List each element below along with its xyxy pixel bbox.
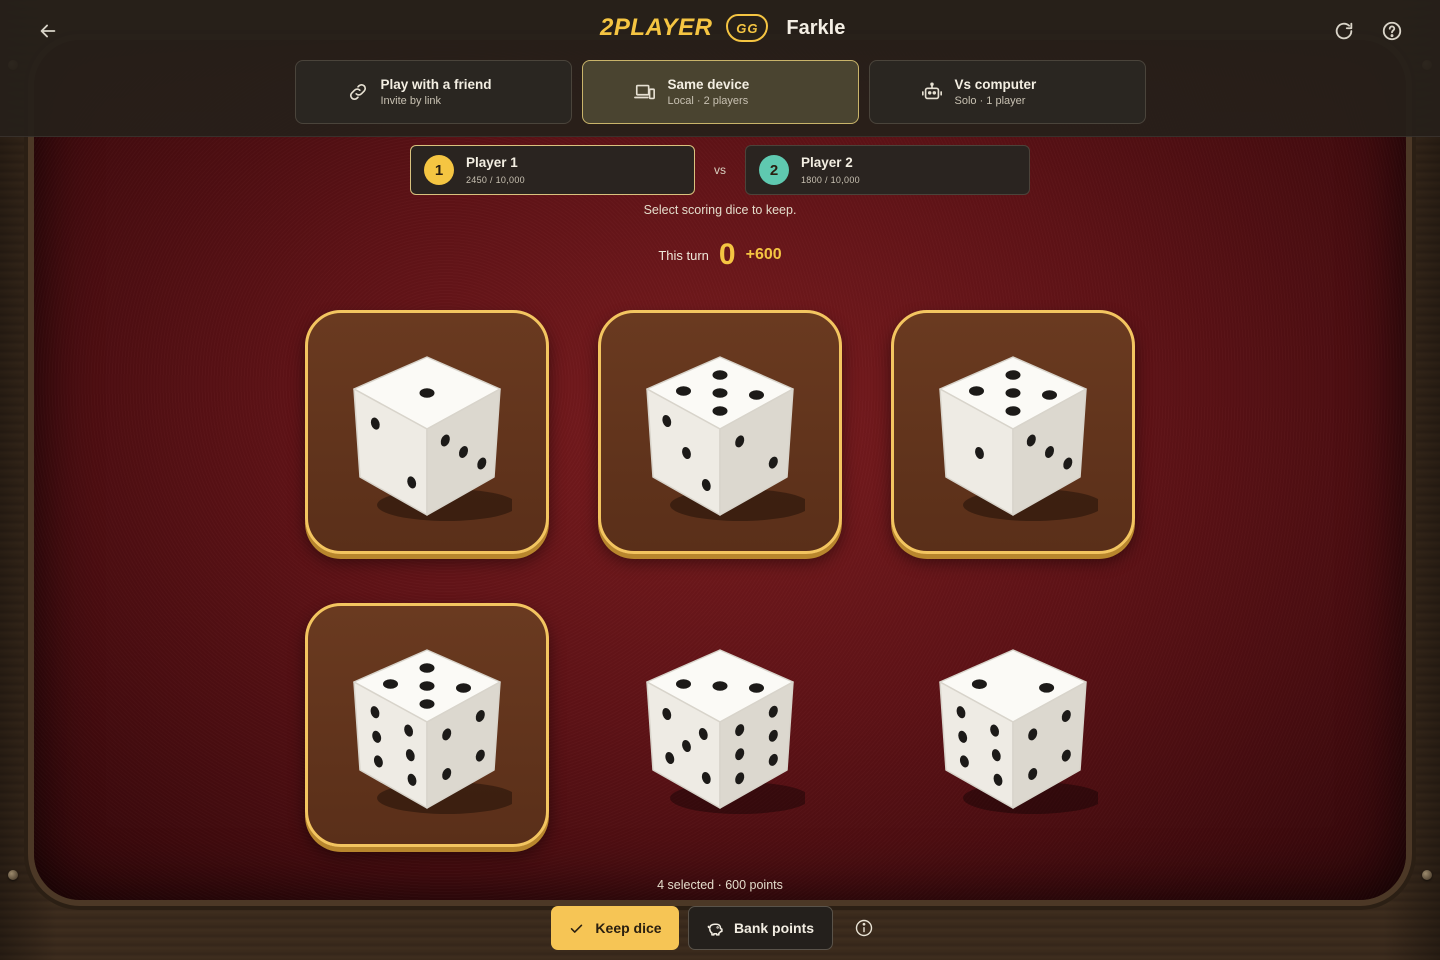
vs-label: vs — [714, 163, 726, 177]
turn-value: 0 — [718, 238, 736, 271]
link-icon — [349, 83, 366, 101]
question-circle-icon — [1382, 21, 1402, 41]
selection-info: 4 selected · 600 points — [657, 878, 783, 892]
die-pip — [1005, 370, 1021, 380]
brand-logo-text: 2PLAYER — [600, 14, 713, 41]
die-6[interactable] — [891, 603, 1135, 847]
die-pip — [1005, 406, 1021, 416]
die-icon — [939, 356, 1098, 521]
pending-points: +600 — [745, 246, 782, 263]
die-icon — [353, 649, 512, 814]
player-number-badge: 2 — [759, 155, 789, 185]
mode-title: Play with a friend — [380, 77, 492, 92]
die-pip — [676, 679, 691, 689]
mode-vs-computer[interactable]: Vs computer Solo · 1 player — [869, 60, 1146, 124]
bank-points-label: Bank points — [733, 920, 815, 936]
robot-icon — [921, 82, 942, 100]
die-4[interactable] — [305, 603, 549, 847]
player-number-badge: 1 — [424, 155, 454, 185]
die-5[interactable] — [598, 603, 842, 847]
player-card-1: 1 Player 1 2450 / 10,000 — [410, 145, 695, 195]
die-pip — [1039, 683, 1055, 693]
help-button[interactable] — [1377, 16, 1407, 46]
arrow-left-icon — [40, 24, 56, 38]
devices-icon — [633, 84, 655, 100]
die-2[interactable] — [598, 310, 842, 554]
die-icon — [646, 356, 805, 521]
die-icon — [939, 649, 1098, 814]
refresh-icon — [1335, 22, 1353, 40]
player-name: Player 2 — [801, 155, 853, 170]
die-pip — [419, 388, 435, 398]
die-pip — [1042, 390, 1057, 400]
mode-play-with-friend[interactable]: Play with a friend Invite by link — [295, 60, 572, 124]
die-pip — [456, 683, 471, 693]
mode-subtitle: Solo · 1 player — [954, 95, 1026, 107]
top-bar: 2PLAYER GG Farkle Play with a friend Inv… — [0, 0, 1440, 137]
mode-subtitle: Invite by link — [380, 95, 442, 107]
piggy-bank-icon — [707, 922, 723, 936]
die-pip — [419, 699, 435, 709]
keep-dice-label: Keep dice — [595, 920, 662, 936]
die-pip — [749, 390, 764, 400]
game-title: Farkle — [786, 16, 846, 39]
action-bar: Keep dice Bank points — [551, 906, 884, 950]
mode-title: Vs computer — [954, 77, 1037, 92]
die-pip — [749, 683, 764, 693]
gamepad-badge-icon: GG — [726, 14, 769, 42]
die-pip — [712, 370, 728, 380]
info-icon — [855, 919, 873, 937]
rules-info-button[interactable] — [844, 908, 884, 948]
back-button[interactable] — [33, 16, 63, 46]
die-icon — [646, 649, 805, 814]
bank-points-button[interactable]: Bank points — [688, 906, 833, 950]
player-name: Player 1 — [466, 155, 518, 170]
dice-tray — [305, 310, 1135, 850]
check-icon — [571, 924, 583, 933]
die-3[interactable] — [891, 310, 1135, 554]
die-pip — [383, 679, 398, 689]
die-pip — [1005, 388, 1021, 398]
mode-selector: Play with a friend Invite by link Same d… — [295, 60, 1146, 124]
die-pip — [712, 681, 728, 691]
turn-score: This turn 0 +600 — [0, 240, 1440, 270]
die-pip — [712, 388, 728, 398]
restart-button[interactable] — [1329, 16, 1359, 46]
die-pip — [676, 386, 691, 396]
die-pip — [971, 679, 987, 689]
player-score: 1800 / 10,000 — [801, 175, 860, 185]
player-score: 2450 / 10,000 — [466, 175, 525, 185]
players-bar: 1 Player 1 2450 / 10,000 vs 2 Player 2 1… — [410, 145, 1030, 195]
mode-same-device[interactable]: Same device Local · 2 players — [582, 60, 859, 124]
turn-label: This turn — [658, 247, 709, 263]
die-pip — [712, 406, 728, 416]
instruction-text: Select scoring dice to keep. — [643, 203, 797, 217]
die-1[interactable] — [305, 310, 549, 554]
mode-subtitle: Local · 2 players — [667, 95, 749, 107]
brand: 2PLAYER GG Farkle — [600, 14, 845, 42]
keep-dice-button[interactable]: Keep dice — [551, 906, 679, 950]
die-pip — [969, 386, 984, 396]
die-icon — [353, 356, 512, 521]
die-pip — [419, 663, 435, 673]
player-card-2: 2 Player 2 1800 / 10,000 — [745, 145, 1030, 195]
die-pip — [419, 681, 435, 691]
mode-title: Same device — [667, 77, 750, 92]
